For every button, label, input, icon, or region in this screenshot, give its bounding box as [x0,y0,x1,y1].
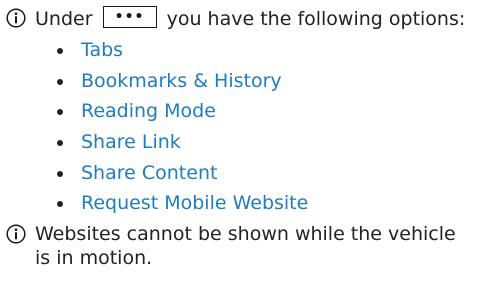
list-item: Share Link [32,130,308,161]
bullet-icon [57,109,63,116]
link-bookmarks-history[interactable]: Bookmarks & History [81,70,282,92]
list-item: Share Content [32,161,308,192]
link-tabs[interactable]: Tabs [81,39,123,61]
bullet-icon [57,170,63,177]
bullet-icon [57,201,63,208]
more-menu-icon: ••• [102,6,157,28]
link-request-mobile-website[interactable]: Request Mobile Website [81,192,308,214]
bullet-icon [57,140,63,147]
list-item: Reading Mode [32,99,308,130]
info-icon [6,8,26,28]
options-list: Tabs Bookmarks & History Reading Mode Sh… [32,38,308,222]
more-menu-dots: ••• [114,9,145,25]
list-item: Bookmarks & History [32,69,308,100]
bullet-icon [57,48,63,54]
link-reading-mode[interactable]: Reading Mode [81,100,216,122]
note-text-after: you have the following options: [166,8,466,30]
link-share-content[interactable]: Share Content [81,162,217,184]
bullet-icon [57,78,63,85]
motion-note-text: Websites cannot be shown while the vehic… [35,223,456,269]
motion-note: Websites cannot be shown while the vehic… [6,222,475,270]
list-item: Request Mobile Website [32,191,308,222]
options-note: Under ••• you have the following options… [6,6,465,31]
link-share-link[interactable]: Share Link [81,131,181,153]
options-note-text: Under ••• you have the following options… [35,6,465,31]
note-text-before: Under [35,8,93,30]
list-item: Tabs [32,38,308,69]
info-icon [6,224,26,244]
